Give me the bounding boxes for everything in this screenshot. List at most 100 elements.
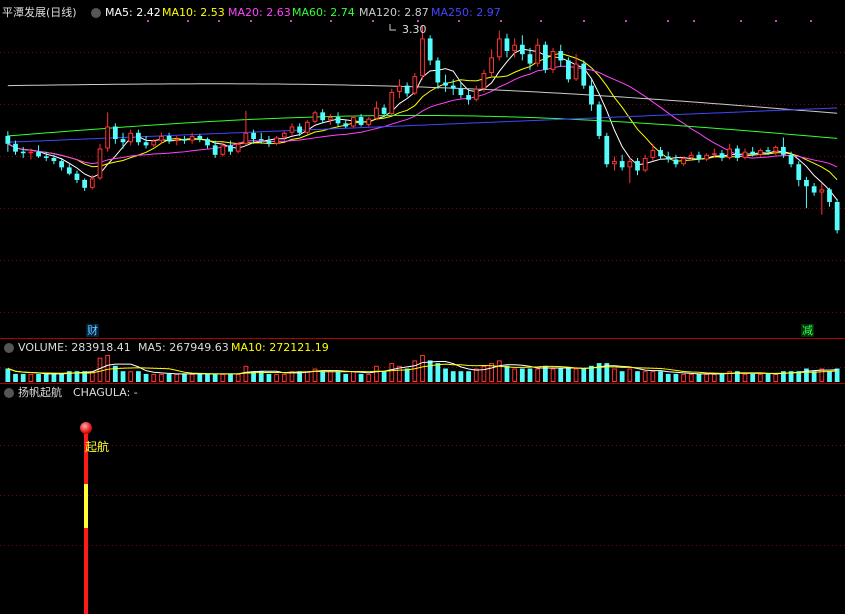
marker-dot	[775, 20, 777, 22]
volume-bar-down	[166, 373, 172, 382]
candle-down	[112, 126, 118, 140]
candle-down	[765, 150, 771, 152]
volume-bar-up	[220, 373, 226, 382]
marker-dot	[625, 20, 627, 22]
volume-title: VOLUME: 283918.41	[18, 341, 131, 354]
volume-bar-down	[120, 371, 126, 382]
marker-dot	[540, 20, 542, 22]
volume-bar-down	[59, 373, 64, 382]
volume-bar-up	[573, 368, 579, 382]
volume-bar-up	[642, 371, 648, 383]
volume-bar-up	[535, 368, 541, 382]
candle-down	[781, 146, 786, 155]
candle-up	[573, 63, 579, 80]
signal-bar-red-bottom	[84, 528, 88, 614]
marker-dot	[458, 20, 460, 22]
volume-bar-down	[143, 373, 149, 382]
candle-up	[550, 51, 556, 70]
candle-up	[642, 157, 648, 171]
candle-up	[274, 137, 279, 144]
candle-up	[128, 132, 134, 143]
volume-bar-up	[612, 368, 617, 382]
volume-bar-down	[519, 368, 525, 382]
volume-bar-down	[658, 371, 663, 382]
volume-bar-up	[420, 355, 425, 382]
candle-down	[74, 173, 80, 180]
candle-down	[136, 132, 141, 143]
volume-bar-up	[327, 371, 333, 383]
candle-down	[566, 60, 571, 80]
candle-down	[788, 154, 794, 165]
finance-marker[interactable]: 财	[86, 324, 99, 337]
volume-bar-down	[228, 373, 233, 382]
candle-up	[243, 132, 249, 144]
candle-up	[174, 139, 180, 141]
volume-bar-down	[765, 373, 771, 382]
candle-down	[658, 150, 663, 157]
candle-down	[581, 63, 587, 86]
reduce-marker[interactable]: 减	[801, 324, 814, 337]
signal-label: 起航	[85, 440, 110, 454]
volume-bar-down	[343, 373, 349, 382]
candle-up	[704, 154, 709, 160]
candle-up	[312, 112, 318, 122]
volume-bar-down	[619, 371, 625, 382]
volume-bar-up	[174, 373, 180, 382]
marker-dot	[147, 20, 149, 22]
candle-down	[804, 179, 809, 187]
volume-bar-down	[5, 368, 11, 382]
volume-bar-up	[473, 368, 479, 382]
candle-up	[351, 117, 356, 127]
volume-bar-up	[151, 373, 157, 382]
candle-down	[59, 161, 64, 168]
volume-bar-down	[811, 371, 817, 382]
candle-up	[389, 91, 395, 114]
volume-bar-down	[827, 371, 832, 382]
volume-bar-up	[650, 371, 656, 383]
volume-bar-down	[750, 373, 756, 382]
volume-bar-up	[711, 373, 717, 382]
candle-up	[473, 88, 479, 100]
ma-settings-icon[interactable]	[91, 8, 101, 18]
volume-bar-up	[389, 363, 395, 383]
candle-down	[696, 154, 702, 160]
marker-dot	[290, 20, 292, 22]
volume-bar-down	[13, 373, 18, 382]
volume-bar-up	[627, 368, 633, 382]
volume-ma5-label: MA5: 267949.63	[138, 341, 229, 354]
candle-down	[36, 151, 41, 157]
candle-down	[266, 140, 272, 144]
volume-bar-down	[136, 371, 141, 382]
volume-bar-up	[496, 360, 502, 382]
marker-dot	[810, 20, 812, 22]
candle-down	[827, 189, 832, 202]
volume-bar-down	[404, 368, 410, 382]
candle-down	[450, 85, 456, 89]
volume-bar-down	[381, 371, 387, 382]
volume-bar-down	[804, 368, 809, 382]
candle-down	[43, 156, 49, 158]
candle-up	[481, 73, 487, 89]
candle-down	[504, 38, 510, 52]
indicator-settings-icon[interactable]	[4, 388, 14, 398]
candle-down	[604, 135, 610, 165]
candle-up	[711, 153, 717, 155]
candle-down	[228, 145, 233, 152]
volume-bar-up	[97, 357, 103, 383]
signal-ball-icon	[80, 422, 92, 434]
candle-down	[51, 157, 57, 162]
candle-up	[105, 126, 111, 149]
volume-bar-down	[320, 371, 326, 382]
candle-down	[205, 139, 210, 146]
volume-bar-up	[243, 365, 249, 382]
candle-down	[750, 151, 756, 155]
marker-dot	[667, 20, 669, 22]
volume-bar-up	[412, 360, 418, 382]
volume-bar-up	[128, 371, 134, 383]
candle-down	[381, 107, 387, 114]
ma-legend-item: MA250: 2.97	[431, 6, 501, 19]
candle-up	[28, 151, 34, 154]
volume-settings-icon[interactable]	[4, 343, 14, 353]
candle-up	[220, 145, 226, 155]
volume-bar-up	[742, 373, 748, 382]
